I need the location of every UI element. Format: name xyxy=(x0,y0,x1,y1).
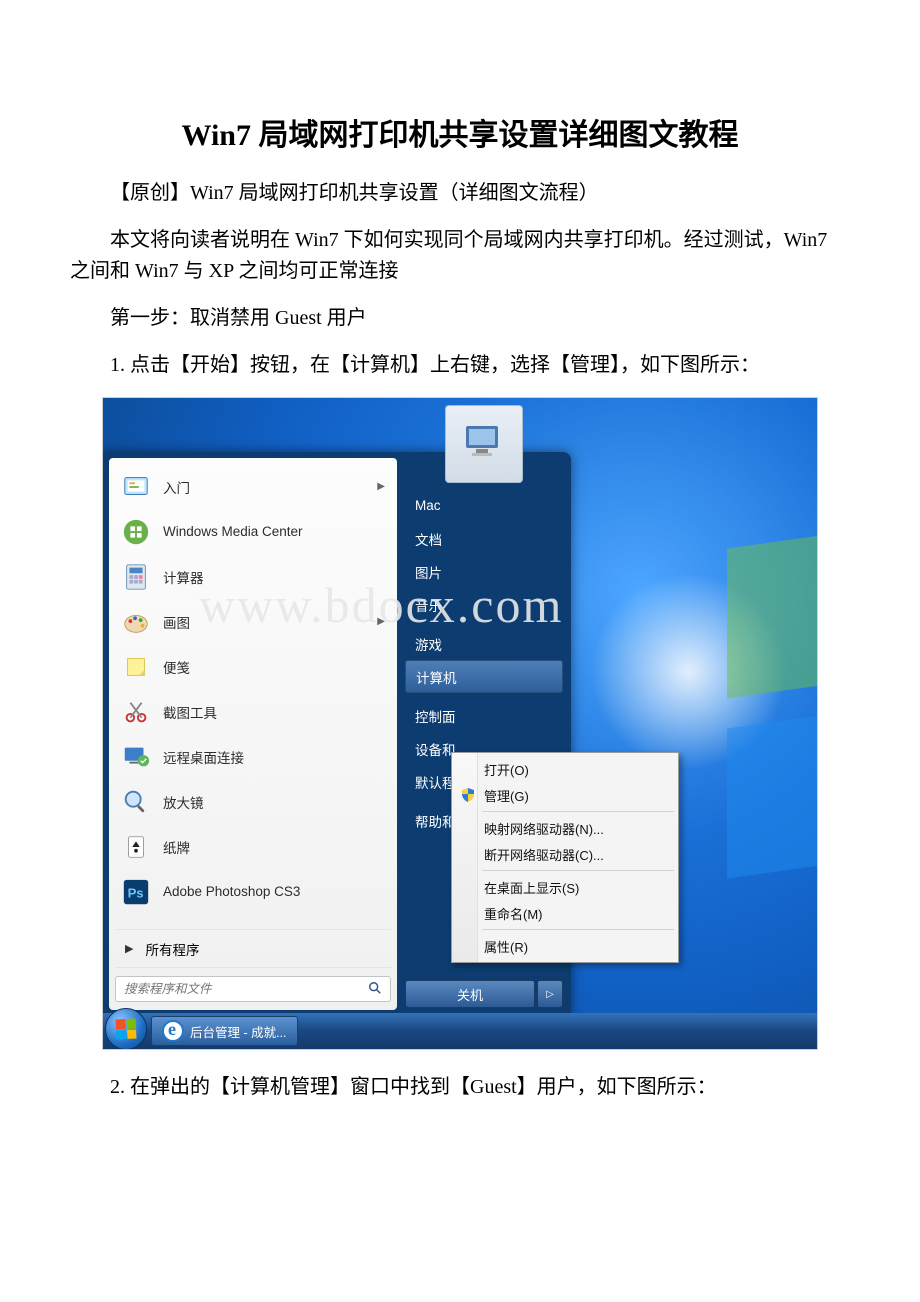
program-item-snipping-tool[interactable]: 截图工具 xyxy=(115,689,391,734)
right-item-label: 游戏 xyxy=(415,634,442,654)
monitor-icon xyxy=(458,418,510,470)
screenshot-start-menu: 入门 ▶ Windows Media Center 计算器 xyxy=(102,397,818,1050)
right-item-label: 默认程 xyxy=(415,772,456,792)
media-center-icon xyxy=(121,517,151,547)
program-list: 入门 ▶ Windows Media Center 计算器 xyxy=(115,464,391,929)
start-menu-left-column: 入门 ▶ Windows Media Center 计算器 xyxy=(109,458,397,1010)
program-item-paint[interactable]: 画图 ▶ xyxy=(115,599,391,644)
program-label: Adobe Photoshop CS3 xyxy=(163,884,300,899)
program-item-magnifier[interactable]: 放大镜 xyxy=(115,779,391,824)
paragraph-intro-2: 本文将向读者说明在 Win7 下如何实现同个局域网内共享打印机。经过测试，Win… xyxy=(70,225,850,287)
right-item-user[interactable]: Mac xyxy=(405,489,563,522)
shutdown-button[interactable]: 关机 xyxy=(405,980,535,1008)
right-item-games[interactable]: 游戏 xyxy=(405,627,563,660)
ctx-item-open[interactable]: 打开(O) xyxy=(454,756,676,782)
ctx-item-manage[interactable]: 管理(G) xyxy=(454,782,676,808)
program-label: 便笺 xyxy=(163,657,190,677)
program-item-calculator[interactable]: 计算器 xyxy=(115,554,391,599)
program-label: 放大镜 xyxy=(163,792,204,812)
internet-explorer-icon xyxy=(162,1020,184,1042)
submenu-arrow-icon: ▶ xyxy=(377,481,385,492)
user-picture[interactable] xyxy=(445,405,523,483)
taskbar-button-ie[interactable]: 后台管理 - 成就... xyxy=(151,1016,298,1046)
ctx-label: 打开(O) xyxy=(484,760,529,779)
uac-shield-icon xyxy=(460,787,476,803)
ctx-item-properties[interactable]: 属性(R) xyxy=(454,933,676,959)
paragraph-step1-result: 2. 在弹出的【计算机管理】窗口中找到【Guest】用户，如下图所示： xyxy=(70,1072,850,1103)
ctx-label: 映射网络驱动器(N)... xyxy=(484,819,604,838)
ctx-label: 属性(R) xyxy=(484,937,528,956)
program-item-solitaire[interactable]: 纸牌 xyxy=(115,824,391,869)
right-item-label: 帮助和 xyxy=(415,811,456,831)
right-item-documents[interactable]: 文档 xyxy=(405,522,563,555)
right-item-label: 设备和 xyxy=(415,739,456,759)
program-item-sticky-notes[interactable]: 便笺 xyxy=(115,644,391,689)
all-programs-button[interactable]: ▶ 所有程序 xyxy=(115,929,391,967)
ctx-item-map-drive[interactable]: 映射网络驱动器(N)... xyxy=(454,815,676,841)
taskbar-button-label: 后台管理 - 成就... xyxy=(190,1022,287,1041)
program-label: 计算器 xyxy=(163,567,204,587)
right-item-label: Mac xyxy=(415,498,441,513)
shutdown-options-button[interactable]: ▷ xyxy=(537,980,563,1008)
ctx-label: 管理(G) xyxy=(484,786,529,805)
windows-flag-icon xyxy=(115,1018,136,1039)
photoshop-icon: Ps xyxy=(121,877,151,907)
right-item-computer[interactable]: 计算机 xyxy=(405,660,563,693)
right-item-control-panel[interactable]: 控制面 xyxy=(405,699,563,732)
all-programs-label: 所有程序 xyxy=(145,939,199,959)
sticky-notes-icon xyxy=(121,652,151,682)
right-item-pictures[interactable]: 图片 xyxy=(405,555,563,588)
ctx-separator xyxy=(482,929,674,930)
magnifier-icon xyxy=(121,787,151,817)
search-input-box[interactable] xyxy=(115,976,391,1002)
right-item-label: 音乐 xyxy=(415,595,442,615)
program-item-wmc[interactable]: Windows Media Center xyxy=(115,509,391,554)
program-label: 纸牌 xyxy=(163,837,190,857)
ctx-item-show-on-desktop[interactable]: 在桌面上显示(S) xyxy=(454,874,676,900)
ctx-label: 断开网络驱动器(C)... xyxy=(484,845,604,864)
taskbar: 后台管理 - 成就... xyxy=(103,1013,817,1049)
user-picture-frame xyxy=(405,405,563,483)
start-button[interactable] xyxy=(105,1008,147,1050)
solitaire-icon xyxy=(121,832,151,862)
search-container xyxy=(115,967,391,1002)
calculator-icon xyxy=(121,562,151,592)
paint-icon xyxy=(121,607,151,637)
right-item-label: 图片 xyxy=(415,562,442,582)
svg-text:Ps: Ps xyxy=(128,885,144,900)
chevron-right-icon: ▶ xyxy=(125,942,133,955)
right-item-music[interactable]: 音乐 xyxy=(405,588,563,621)
ctx-label: 重命名(M) xyxy=(484,904,543,923)
shutdown-row: 关机 ▷ xyxy=(405,980,563,1008)
paragraph-step1-heading: 第一步：取消禁用 Guest 用户 xyxy=(70,303,850,334)
program-label: 入门 xyxy=(163,477,190,497)
ctx-label: 在桌面上显示(S) xyxy=(484,878,579,897)
right-item-label: 控制面 xyxy=(415,706,456,726)
program-label: Windows Media Center xyxy=(163,524,303,539)
remote-desktop-icon xyxy=(121,742,151,772)
right-item-label: 文档 xyxy=(415,529,442,549)
program-item-getting-started[interactable]: 入门 ▶ xyxy=(115,464,391,509)
ctx-item-disconnect-drive[interactable]: 断开网络驱动器(C)... xyxy=(454,841,676,867)
getting-started-icon xyxy=(121,472,151,502)
program-label: 截图工具 xyxy=(163,702,217,722)
ctx-separator xyxy=(482,870,674,871)
context-menu: 打开(O) 管理(G) 映射网络驱动器(N)... 断开网络驱动器(C)... … xyxy=(451,752,679,963)
search-input[interactable] xyxy=(124,982,368,996)
search-icon xyxy=(368,981,382,998)
ctx-separator xyxy=(482,811,674,812)
snipping-tool-icon xyxy=(121,697,151,727)
ctx-item-rename[interactable]: 重命名(M) xyxy=(454,900,676,926)
program-item-remote-desktop[interactable]: 远程桌面连接 xyxy=(115,734,391,779)
paragraph-intro-1: 【原创】Win7 局域网打印机共享设置（详细图文流程） xyxy=(70,178,850,209)
program-item-photoshop[interactable]: Ps Adobe Photoshop CS3 xyxy=(115,869,391,914)
program-label: 画图 xyxy=(163,612,190,632)
paragraph-step1-instruction: 1. 点击【开始】按钮，在【计算机】上右键，选择【管理】，如下图所示： xyxy=(70,350,850,381)
submenu-arrow-icon: ▶ xyxy=(377,616,385,627)
page-title: Win7 局域网打印机共享设置详细图文教程 xyxy=(70,110,850,154)
program-label: 远程桌面连接 xyxy=(163,747,244,767)
right-item-label: 计算机 xyxy=(416,667,457,687)
